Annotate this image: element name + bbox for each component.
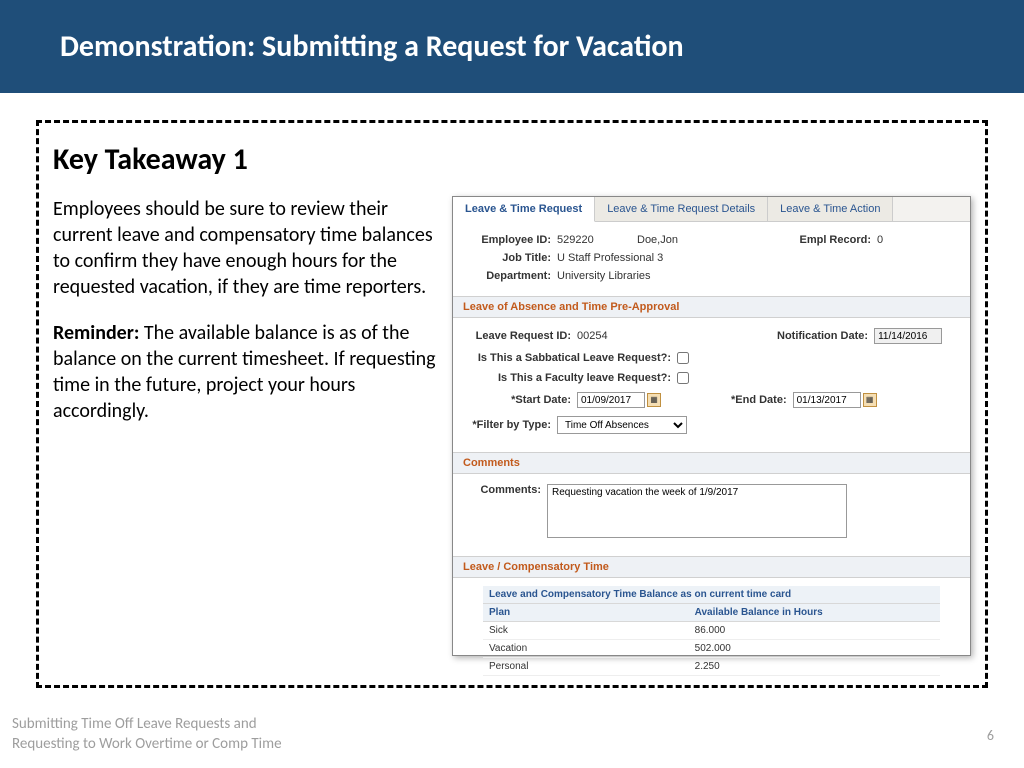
emp-name: Doe,Jon [637, 234, 777, 246]
request-id-value: 00254 [577, 330, 777, 342]
comments-textarea[interactable] [547, 484, 847, 538]
sabbatical-label: Is This a Sabbatical Leave Request?: [467, 352, 677, 364]
start-date-label: *Start Date: [467, 394, 577, 406]
col-hours: Available Balance in Hours [689, 604, 940, 622]
faculty-label: Is This a Faculty leave Request?: [467, 372, 677, 384]
tab-bar: Leave & Time Request Leave & Time Reques… [453, 197, 970, 222]
notification-date-field [874, 328, 942, 344]
end-date-label: *End Date: [731, 394, 793, 406]
notification-date-label: Notification Date: [777, 330, 874, 342]
content-box: Key Takeaway 1 Employees should be sure … [36, 120, 988, 688]
department-value: University Libraries [557, 270, 651, 282]
employee-info: Employee ID: 529220 Doe,Jon Empl Record:… [453, 222, 970, 296]
preapproval-header: Leave of Absence and Time Pre-Approval [453, 296, 970, 318]
job-title-label: Job Title: [467, 252, 557, 264]
emp-id-label: Employee ID: [467, 234, 557, 246]
empl-record-label: Empl Record: [777, 234, 877, 246]
department-label: Department: [467, 270, 557, 282]
takeaway-reminder: Reminder: The available balance is as of… [53, 320, 438, 424]
calendar-icon[interactable]: ▦ [647, 393, 661, 407]
empl-record-value: 0 [877, 234, 883, 246]
table-row: Vacation502.000 [483, 640, 940, 658]
tab-request-details[interactable]: Leave & Time Request Details [595, 197, 768, 221]
tab-leave-request[interactable]: Leave & Time Request [453, 197, 595, 222]
footer-line1: Submitting Time Off Leave Requests and [12, 715, 282, 735]
faculty-checkbox[interactable] [677, 372, 689, 384]
filter-type-label: *Filter by Type: [467, 419, 557, 431]
app-screenshot: Leave & Time Request Leave & Time Reques… [452, 196, 971, 656]
text-column: Employees should be sure to review their… [53, 196, 438, 656]
slide-header: Demonstration: Submitting a Request for … [0, 0, 1024, 93]
reminder-label: Reminder: [53, 321, 139, 345]
request-id-label: Leave Request ID: [467, 330, 577, 342]
balance-table: Leave and Compensatory Time Balance as o… [483, 586, 940, 676]
footer-line2: Requesting to Work Overtime or Comp Time [12, 735, 282, 755]
comments-label: Comments: [467, 484, 547, 496]
balances-header: Leave / Compensatory Time [453, 556, 970, 578]
balances-body: Leave and Compensatory Time Balance as o… [453, 578, 970, 682]
col-plan: Plan [483, 604, 689, 622]
tab-leave-action[interactable]: Leave & Time Action [768, 197, 893, 221]
takeaway-para1: Employees should be sure to review their… [53, 196, 438, 300]
job-title-value: U Staff Professional 3 [557, 252, 663, 264]
comments-body: Comments: [453, 474, 970, 556]
balance-caption: Leave and Compensatory Time Balance as o… [483, 586, 940, 604]
footer-left: Submitting Time Off Leave Requests and R… [12, 715, 282, 754]
emp-id-value: 529220 [557, 234, 637, 246]
table-row: Personal2.250 [483, 658, 940, 676]
sabbatical-checkbox[interactable] [677, 352, 689, 364]
filter-type-select[interactable]: Time Off Absences [557, 416, 687, 434]
start-date-field[interactable] [577, 392, 645, 408]
end-date-field[interactable] [793, 392, 861, 408]
preapproval-body: Leave Request ID: 00254 Notification Dat… [453, 318, 970, 452]
slide-title: Demonstration: Submitting a Request for … [60, 28, 684, 65]
table-row: Sick86.000 [483, 622, 940, 640]
comments-header: Comments [453, 452, 970, 474]
takeaway-title: Key Takeaway 1 [53, 141, 971, 178]
page-number: 6 [987, 727, 994, 744]
calendar-icon[interactable]: ▦ [863, 393, 877, 407]
